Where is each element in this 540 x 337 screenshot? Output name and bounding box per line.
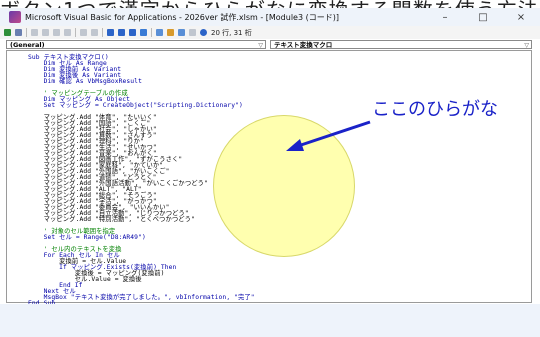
annotation-arrow (286, 120, 371, 151)
annotation-text: ここのひらがな (372, 99, 498, 120)
arrow-shaft (297, 120, 371, 148)
bottom-band (0, 304, 540, 337)
arrow-head (286, 139, 304, 151)
